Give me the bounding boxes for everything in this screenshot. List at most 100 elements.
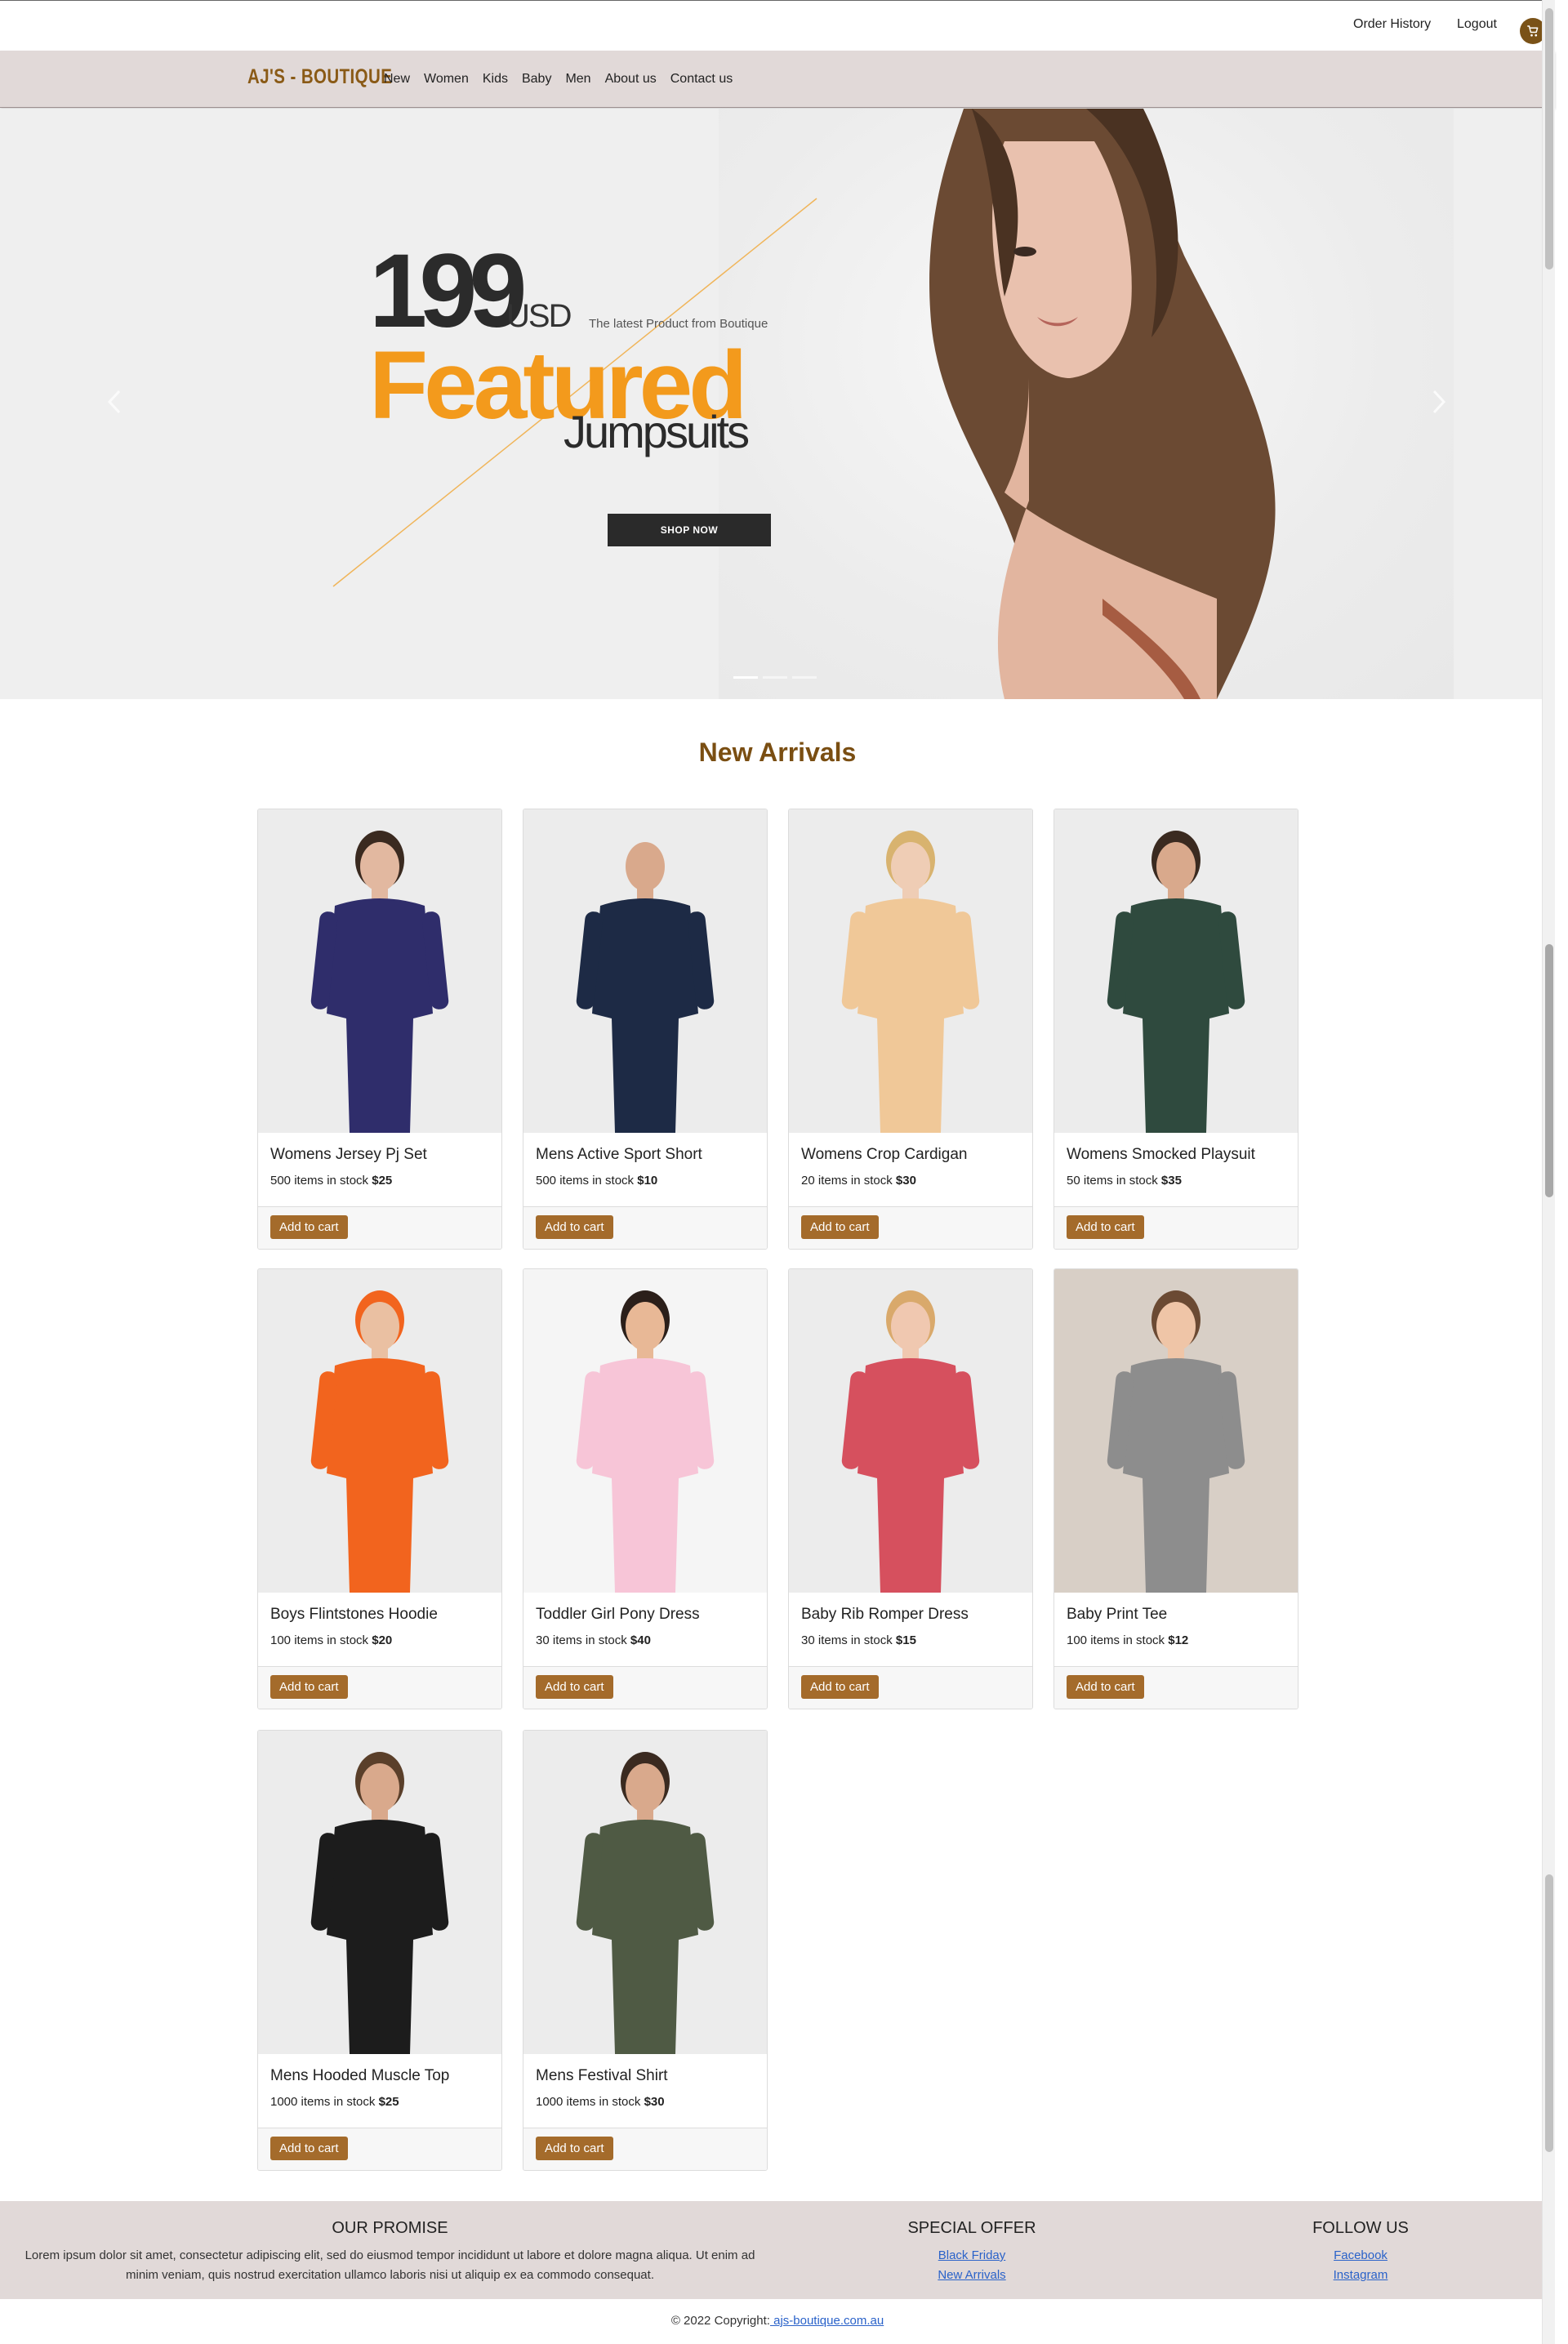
add-to-cart-button[interactable]: Add to cart bbox=[536, 2137, 613, 2160]
scrollbar-thumb[interactable] bbox=[1545, 944, 1553, 1197]
product-price: $30 bbox=[895, 1174, 916, 1188]
add-to-cart-button[interactable]: Add to cart bbox=[270, 2137, 348, 2160]
product-stock: 500 items in stock $25 bbox=[270, 1174, 489, 1188]
product-card: Womens Jersey Pj Set 500 items in stock $… bbox=[257, 809, 502, 1250]
footer-link-new-arrivals[interactable]: New Arrivals bbox=[890, 2266, 1054, 2285]
product-name[interactable]: Mens Hooded Muscle Top bbox=[270, 2067, 489, 2085]
nav-link-contact[interactable]: Contact us bbox=[670, 72, 733, 87]
product-image[interactable] bbox=[789, 809, 1032, 1133]
product-card-footer: Add to cart bbox=[789, 1206, 1032, 1249]
nav-link-baby[interactable]: Baby bbox=[522, 72, 551, 87]
product-card-footer: Add to cart bbox=[523, 1666, 767, 1709]
product-image[interactable] bbox=[789, 1269, 1032, 1593]
product-name[interactable]: Womens Jersey Pj Set bbox=[270, 1146, 489, 1164]
footer-promise-text: Lorem ipsum dolor sit amet, consectetur … bbox=[24, 2248, 755, 2282]
product-card: Womens Smocked Playsuit 50 items in stock… bbox=[1054, 809, 1298, 1250]
product-name[interactable]: Mens Festival Shirt bbox=[536, 2067, 755, 2085]
product-name[interactable]: Womens Crop Cardigan bbox=[801, 1146, 1020, 1164]
footer-promise: OUR PROMISE Lorem ipsum dolor sit amet, … bbox=[16, 2219, 764, 2285]
footer-link-black-friday[interactable]: Black Friday bbox=[890, 2246, 1054, 2266]
brand-logo[interactable]: AJ'S - BOUTIQUE bbox=[247, 65, 392, 89]
product-image[interactable] bbox=[523, 1269, 767, 1593]
nav-link-new[interactable]: New bbox=[384, 72, 410, 87]
carousel-indicator-2[interactable] bbox=[763, 676, 787, 679]
product-price: $25 bbox=[372, 1174, 393, 1188]
nav-link-men[interactable]: Men bbox=[565, 72, 590, 87]
product-stock: 1000 items in stock $25 bbox=[270, 2095, 489, 2109]
order-history-link[interactable]: Order History bbox=[1353, 17, 1431, 32]
nav-link-women[interactable]: Women bbox=[424, 72, 469, 87]
add-to-cart-button[interactable]: Add to cart bbox=[536, 1675, 613, 1699]
product-stock: 100 items in stock $12 bbox=[1067, 1633, 1285, 1647]
product-card: Womens Crop Cardigan 20 items in stock $3… bbox=[788, 809, 1033, 1250]
product-price: $35 bbox=[1160, 1174, 1182, 1188]
product-stock-label: items in stock bbox=[559, 1174, 635, 1188]
product-card-body: Womens Jersey Pj Set 500 items in stock $… bbox=[258, 1133, 501, 1206]
add-to-cart-button[interactable]: Add to cart bbox=[270, 1675, 348, 1699]
product-price: $40 bbox=[630, 1633, 651, 1647]
product-card: Mens Festival Shirt 1000 items in stock $… bbox=[523, 1730, 768, 2171]
product-image[interactable] bbox=[523, 809, 767, 1133]
main-navbar: AJ'S - BOUTIQUE New Women Kids Baby Men … bbox=[0, 51, 1555, 108]
product-card-body: Womens Smocked Playsuit 50 items in stock… bbox=[1054, 1133, 1298, 1206]
product-name[interactable]: Baby Print Tee bbox=[1067, 1606, 1285, 1624]
nav-link-about[interactable]: About us bbox=[605, 72, 657, 87]
product-card-footer: Add to cart bbox=[523, 2128, 767, 2170]
cart-icon bbox=[1527, 25, 1539, 37]
product-price: $10 bbox=[637, 1174, 658, 1188]
chevron-left-icon bbox=[107, 390, 121, 414]
nav-links: New Women Kids Baby Men About us Contact… bbox=[384, 72, 746, 87]
carousel-indicator-1[interactable] bbox=[733, 676, 758, 679]
product-image[interactable] bbox=[258, 809, 501, 1133]
footer-offer-title: SPECIAL OFFER bbox=[907, 2219, 1036, 2237]
hero-model-image bbox=[929, 109, 1276, 699]
product-image[interactable] bbox=[1054, 809, 1298, 1133]
nav-link-kids[interactable]: Kids bbox=[483, 72, 508, 87]
footer-link-instagram[interactable]: Instagram bbox=[1279, 2266, 1442, 2285]
scrollbar-thumb[interactable] bbox=[1545, 8, 1553, 270]
product-card-body: Womens Crop Cardigan 20 items in stock $3… bbox=[789, 1133, 1032, 1206]
product-stock: 50 items in stock $35 bbox=[1067, 1174, 1285, 1188]
product-card: Boys Flintstones Hoodie 100 items in stoc… bbox=[257, 1268, 502, 1709]
product-stock-label: items in stock bbox=[1083, 1174, 1158, 1188]
add-to-cart-button[interactable]: Add to cart bbox=[1067, 1215, 1144, 1239]
product-image[interactable] bbox=[258, 1731, 501, 2054]
add-to-cart-button[interactable]: Add to cart bbox=[801, 1215, 879, 1239]
carousel-next-button[interactable] bbox=[1431, 388, 1447, 423]
product-price: $30 bbox=[644, 2095, 665, 2109]
product-image[interactable] bbox=[1054, 1269, 1298, 1593]
shop-now-button[interactable]: SHOP NOW bbox=[608, 514, 771, 546]
product-name[interactable]: Boys Flintstones Hoodie bbox=[270, 1606, 489, 1624]
product-image[interactable] bbox=[258, 1269, 501, 1593]
product-stock: 500 items in stock $10 bbox=[536, 1174, 755, 1188]
product-name[interactable]: Mens Active Sport Short bbox=[536, 1146, 755, 1164]
logout-link[interactable]: Logout bbox=[1457, 17, 1497, 32]
product-stock-count: 1000 bbox=[270, 2095, 298, 2109]
product-card-body: Toddler Girl Pony Dress 30 items in stock… bbox=[523, 1593, 767, 1666]
product-stock-count: 100 bbox=[270, 1633, 292, 1647]
product-card-body: Mens Active Sport Short 500 items in stoc… bbox=[523, 1133, 767, 1206]
product-stock: 20 items in stock $30 bbox=[801, 1174, 1020, 1188]
carousel-prev-button[interactable] bbox=[106, 388, 122, 423]
product-card-footer: Add to cart bbox=[523, 1206, 767, 1249]
product-card: Mens Hooded Muscle Top 1000 items in stoc… bbox=[257, 1730, 502, 2171]
copyright-text: © 2022 Copyright: bbox=[670, 2314, 770, 2328]
product-stock-label: items in stock bbox=[301, 2095, 376, 2109]
add-to-cart-button[interactable]: Add to cart bbox=[270, 1215, 348, 1239]
product-stock: 30 items in stock $40 bbox=[536, 1633, 755, 1647]
vertical-scrollbar[interactable] bbox=[1542, 0, 1555, 2344]
product-name[interactable]: Toddler Girl Pony Dress bbox=[536, 1606, 755, 1624]
product-image[interactable] bbox=[523, 1731, 767, 2054]
product-stock: 30 items in stock $15 bbox=[801, 1633, 1020, 1647]
carousel-indicator-3[interactable] bbox=[792, 676, 817, 679]
copyright-link[interactable]: ajs-boutique.com.au bbox=[770, 2314, 884, 2328]
footer-link-facebook[interactable]: Facebook bbox=[1279, 2246, 1442, 2266]
product-name[interactable]: Womens Smocked Playsuit bbox=[1067, 1146, 1285, 1164]
add-to-cart-button[interactable]: Add to cart bbox=[801, 1675, 879, 1699]
product-name[interactable]: Baby Rib Romper Dress bbox=[801, 1606, 1020, 1624]
product-card-body: Baby Rib Romper Dress 30 items in stock $… bbox=[789, 1593, 1032, 1666]
add-to-cart-button[interactable]: Add to cart bbox=[1067, 1675, 1144, 1699]
scrollbar-thumb[interactable] bbox=[1545, 1874, 1553, 2152]
add-to-cart-button[interactable]: Add to cart bbox=[536, 1215, 613, 1239]
product-card: Toddler Girl Pony Dress 30 items in stock… bbox=[523, 1268, 768, 1709]
